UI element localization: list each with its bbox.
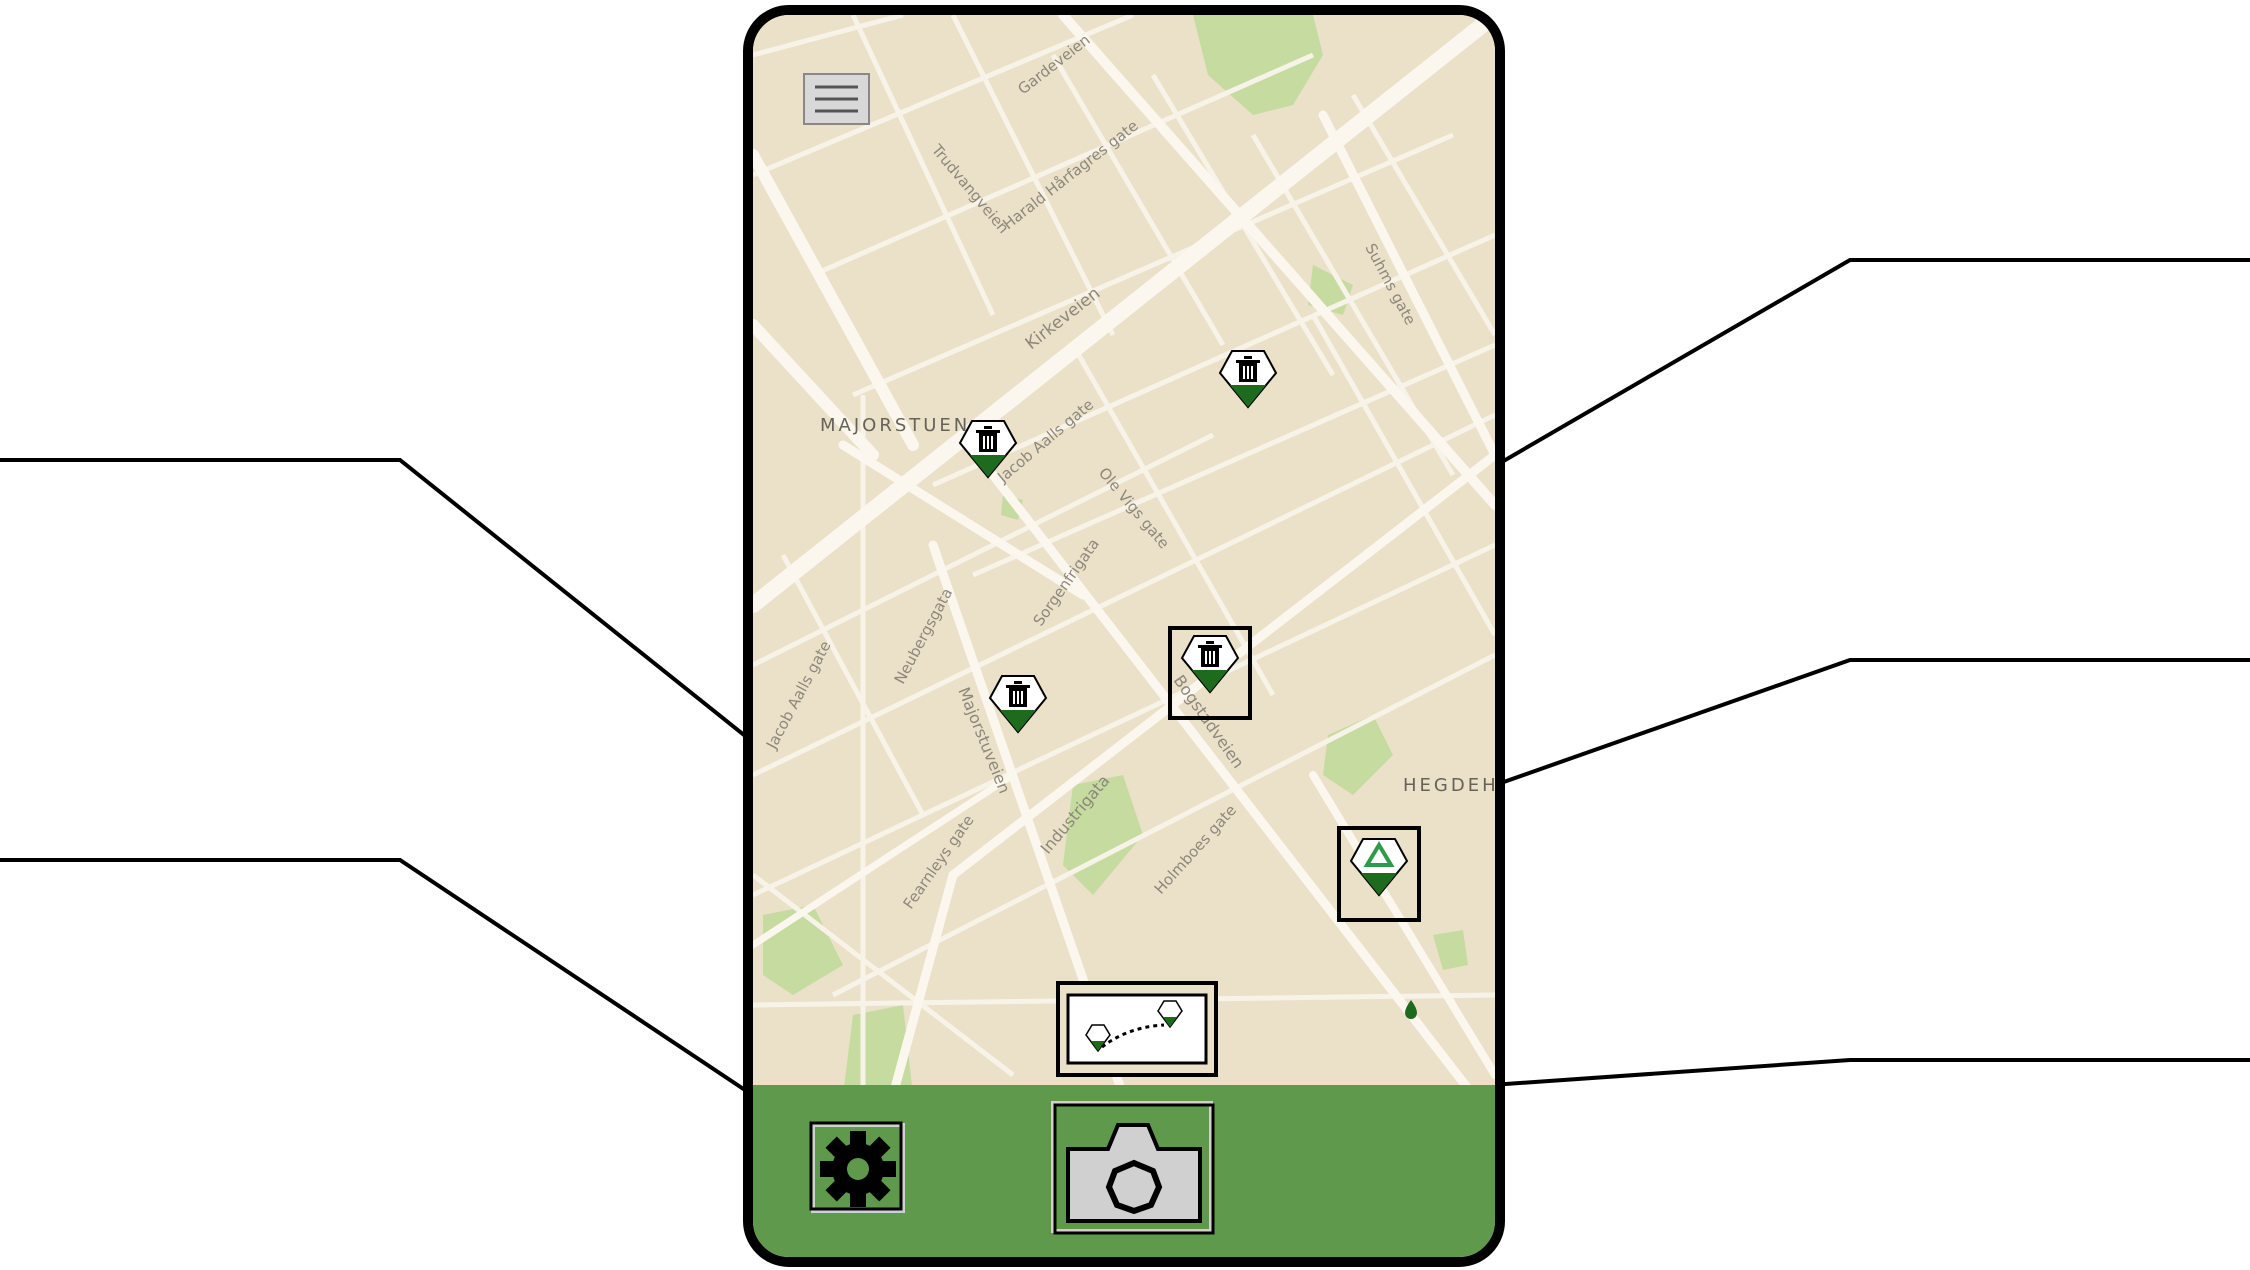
phone-frame: Gardeveien Trudvangveien Harald Hårfagre… — [743, 5, 1505, 1267]
bottom-toolbar — [753, 1085, 1495, 1257]
route-button[interactable] — [1056, 981, 1218, 1077]
camera-button[interactable] — [1051, 1101, 1215, 1235]
settings-button[interactable] — [809, 1121, 905, 1213]
gear-icon — [820, 1131, 896, 1207]
camera-icon — [1066, 1123, 1202, 1223]
callout-line-settings — [0, 858, 807, 1132]
district-label-hegdehaugen: HEGDEH — [1403, 775, 1495, 796]
map-view[interactable]: Gardeveien Trudvangveien Harald Hårfagre… — [753, 15, 1495, 1095]
district-label-majorstuen: MAJORSTUEN — [820, 415, 970, 436]
menu-button[interactable] — [803, 73, 870, 125]
callout-line-recycle-marker — [1409, 658, 2250, 817]
